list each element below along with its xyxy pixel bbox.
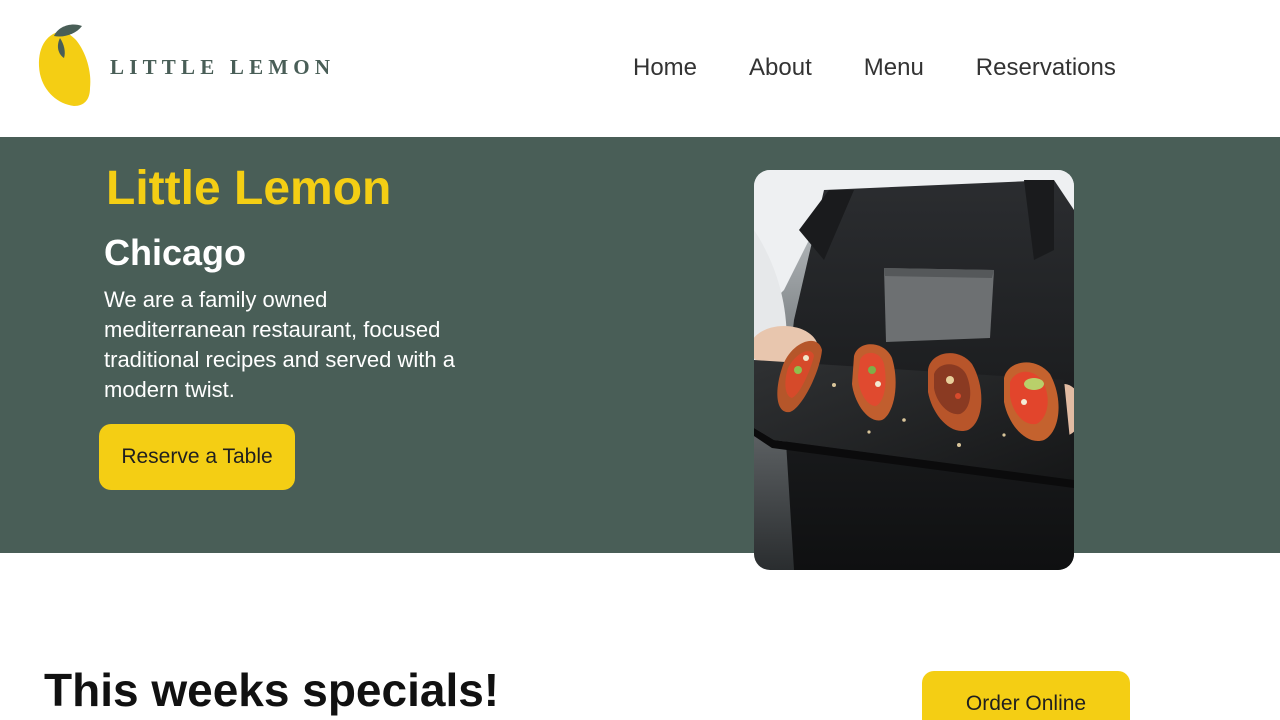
hero-description: We are a family owned mediterranean rest… xyxy=(104,287,455,402)
hero-food-image xyxy=(754,170,1074,570)
lemon-logo-icon xyxy=(36,22,96,108)
logo-text: LITTLE LEMON xyxy=(110,55,336,79)
nav-item-reservations[interactable]: Reservations xyxy=(976,52,1116,84)
hero-title: Little Lemon xyxy=(106,162,392,215)
hero-subtitle: Chicago xyxy=(104,232,247,273)
nav-item-home[interactable]: Home xyxy=(633,52,697,84)
reserve-table-button[interactable]: Reserve a Table xyxy=(99,424,295,490)
nav-item-about[interactable]: About xyxy=(749,52,812,84)
specials-title: This weeks specials! xyxy=(44,664,500,716)
order-online-button[interactable]: Order Online xyxy=(922,671,1130,720)
site-header: LITTLE LEMON Home About Menu Reservation… xyxy=(0,0,1280,137)
nav-item-menu[interactable]: Menu xyxy=(864,52,924,84)
main-nav: Home About Menu Reservations xyxy=(633,52,1116,84)
hero-section: Little Lemon Chicago We are a family own… xyxy=(0,137,1280,553)
logo[interactable]: LITTLE LEMON xyxy=(36,22,366,108)
